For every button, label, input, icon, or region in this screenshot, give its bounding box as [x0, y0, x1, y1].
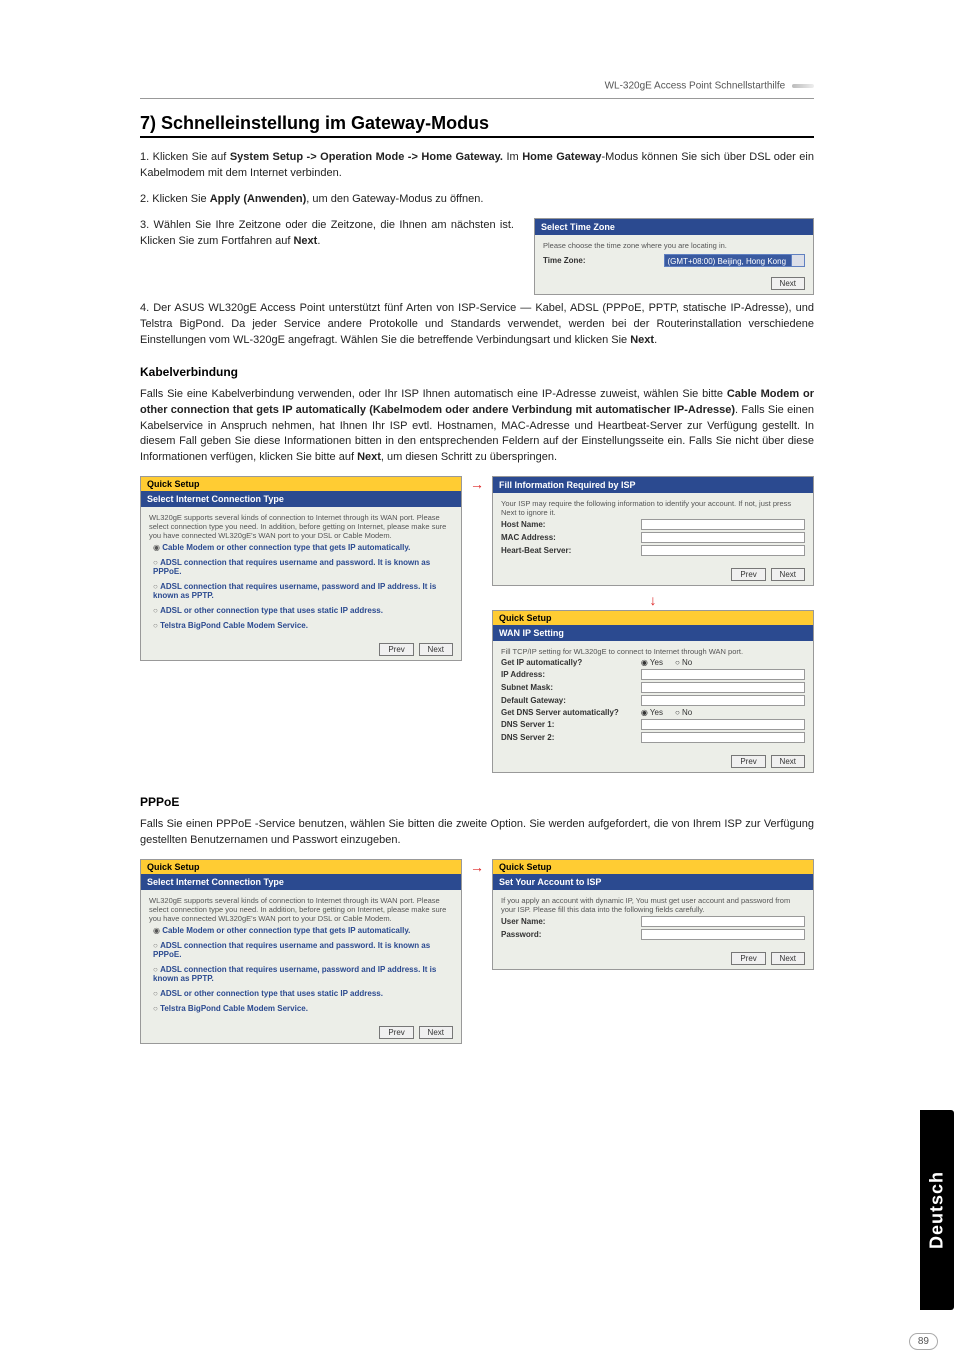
- mask-input[interactable]: [641, 682, 805, 693]
- host-label: Host Name:: [501, 520, 641, 529]
- pppoe-left-hdr: Select Internet Connection Type: [141, 874, 461, 890]
- dns2-label: DNS Server 2:: [501, 733, 641, 742]
- pppoe-opt-pppoe[interactable]: ADSL connection that requires username a…: [149, 938, 453, 962]
- kabel-title: Kabelverbindung: [140, 365, 814, 379]
- hb-input[interactable]: [641, 545, 805, 556]
- pppoe-opt-bigpond[interactable]: Telstra BigPond Cable Modem Service.: [149, 1001, 453, 1016]
- kabel-para: Falls Sie eine Kabelverbindung verwenden…: [140, 387, 814, 467]
- arrow-right-icon-2: →: [470, 859, 484, 875]
- pass-label: Password:: [501, 930, 641, 939]
- wan-ip-note: Fill TCP/IP setting for WL320gE to conne…: [501, 647, 805, 656]
- wan-ip-prev-button[interactable]: Prev: [731, 755, 765, 768]
- quick-setup-yellow: Quick Setup: [141, 477, 461, 491]
- step3-text: 3. Wählen Sie Ihre Zeitzone oder die Zei…: [140, 218, 514, 250]
- tz-label: Time Zone:: [543, 256, 664, 265]
- gw-label: Default Gateway:: [501, 696, 641, 705]
- quick-left-desc: WL320gE supports several kinds of connec…: [149, 513, 453, 540]
- fill-info-panel: Fill Information Required by ISP Your IS…: [492, 476, 814, 586]
- quick-left-next-button[interactable]: Next: [419, 643, 453, 656]
- user-label: User Name:: [501, 917, 641, 926]
- fill-info-hdr: Fill Information Required by ISP: [493, 477, 813, 493]
- header-product-line: WL-320gE Access Point Schnellstarthilfe: [140, 80, 814, 99]
- wan-ip-panel: Quick Setup WAN IP Setting Fill TCP/IP s…: [492, 610, 814, 773]
- ip-label: IP Address:: [501, 670, 641, 679]
- quick-setup-left-panel: Quick Setup Select Internet Connection T…: [140, 476, 462, 661]
- arrow-down-icon: ↓: [650, 592, 657, 608]
- pppoe-left-prev-button[interactable]: Prev: [379, 1026, 413, 1039]
- page-number: 89: [909, 1333, 938, 1350]
- set-account-prev-button[interactable]: Prev: [731, 952, 765, 965]
- pppoe-opt-pptp[interactable]: ADSL connection that requires username, …: [149, 962, 453, 986]
- opt-bigpond[interactable]: Telstra BigPond Cable Modem Service.: [149, 618, 453, 633]
- mask-label: Subnet Mask:: [501, 683, 641, 692]
- set-account-hdr: Set Your Account to ISP: [493, 874, 813, 890]
- pppoe-left-yellow: Quick Setup: [141, 860, 461, 874]
- fill-info-next-button[interactable]: Next: [771, 568, 805, 581]
- opt-static-ip[interactable]: ADSL or other connection type that uses …: [149, 603, 453, 618]
- section-title: 7) Schnelleinstellung im Gateway-Modus: [140, 113, 814, 138]
- gw-input[interactable]: [641, 695, 805, 706]
- set-account-next-button[interactable]: Next: [771, 952, 805, 965]
- set-account-note: If you apply an account with dynamic IP,…: [501, 896, 805, 914]
- opt-pptp[interactable]: ADSL connection that requires username, …: [149, 579, 453, 603]
- user-input[interactable]: [641, 916, 805, 927]
- wan-ip-yellow: Quick Setup: [493, 611, 813, 625]
- quick-left-prev-button[interactable]: Prev: [379, 643, 413, 656]
- pppoe-para: Falls Sie einen PPPoE -Service benutzen,…: [140, 817, 814, 849]
- getip-yesno[interactable]: ◉ Yes○ No: [641, 658, 704, 667]
- arrow-right-icon: →: [470, 476, 484, 492]
- opt-pppoe[interactable]: ADSL connection that requires username a…: [149, 555, 453, 579]
- pppoe-left-panel: Quick Setup Select Internet Connection T…: [140, 859, 462, 1044]
- dns1-input[interactable]: [641, 719, 805, 730]
- set-account-yellow: Quick Setup: [493, 860, 813, 874]
- ip-input[interactable]: [641, 669, 805, 680]
- host-input[interactable]: [641, 519, 805, 530]
- step1-text: 1. Klicken Sie auf System Setup -> Opera…: [140, 150, 814, 182]
- language-tab: Deutsch: [920, 1110, 954, 1310]
- pppoe-title: PPPoE: [140, 795, 814, 809]
- header-decor-icon: [792, 80, 814, 92]
- wan-ip-hdr: WAN IP Setting: [493, 625, 813, 641]
- pppoe-opt-cable[interactable]: Cable Modem or other connection type tha…: [149, 923, 453, 938]
- select-conn-type-hdr: Select Internet Connection Type: [141, 491, 461, 507]
- product-name: WL-320gE Access Point Schnellstarthilfe: [605, 81, 786, 92]
- dns1-label: DNS Server 1:: [501, 720, 641, 729]
- pppoe-opt-static[interactable]: ADSL or other connection type that uses …: [149, 986, 453, 1001]
- fill-info-note: Your ISP may require the following infor…: [501, 499, 805, 517]
- opt-cable-modem[interactable]: Cable Modem or other connection type tha…: [149, 540, 453, 555]
- pppoe-left-next-button[interactable]: Next: [419, 1026, 453, 1039]
- mac-input[interactable]: [641, 532, 805, 543]
- tz-header: Select Time Zone: [535, 219, 813, 235]
- step2-text: 2. Klicken Sie Apply (Anwenden), um den …: [140, 192, 814, 208]
- wan-ip-next-button[interactable]: Next: [771, 755, 805, 768]
- select-time-zone-panel: Select Time Zone Please choose the time …: [534, 218, 814, 295]
- tz-select[interactable]: (GMT+08:00) Beijing, Hong Kong: [664, 254, 805, 267]
- step4-text: 4. Der ASUS WL320gE Access Point unterst…: [140, 301, 814, 349]
- getdns-yesno[interactable]: ◉ Yes○ No: [641, 708, 704, 717]
- fill-info-prev-button[interactable]: Prev: [731, 568, 765, 581]
- getip-label: Get IP automatically?: [501, 658, 641, 667]
- set-account-panel: Quick Setup Set Your Account to ISP If y…: [492, 859, 814, 970]
- tz-next-button[interactable]: Next: [771, 277, 805, 290]
- pass-input[interactable]: [641, 929, 805, 940]
- dns2-input[interactable]: [641, 732, 805, 743]
- getdns-label: Get DNS Server automatically?: [501, 708, 641, 717]
- pppoe-left-desc: WL320gE supports several kinds of connec…: [149, 896, 453, 923]
- hb-label: Heart-Beat Server:: [501, 546, 641, 555]
- tz-note: Please choose the time zone where you ar…: [543, 241, 805, 250]
- mac-label: MAC Address:: [501, 533, 641, 542]
